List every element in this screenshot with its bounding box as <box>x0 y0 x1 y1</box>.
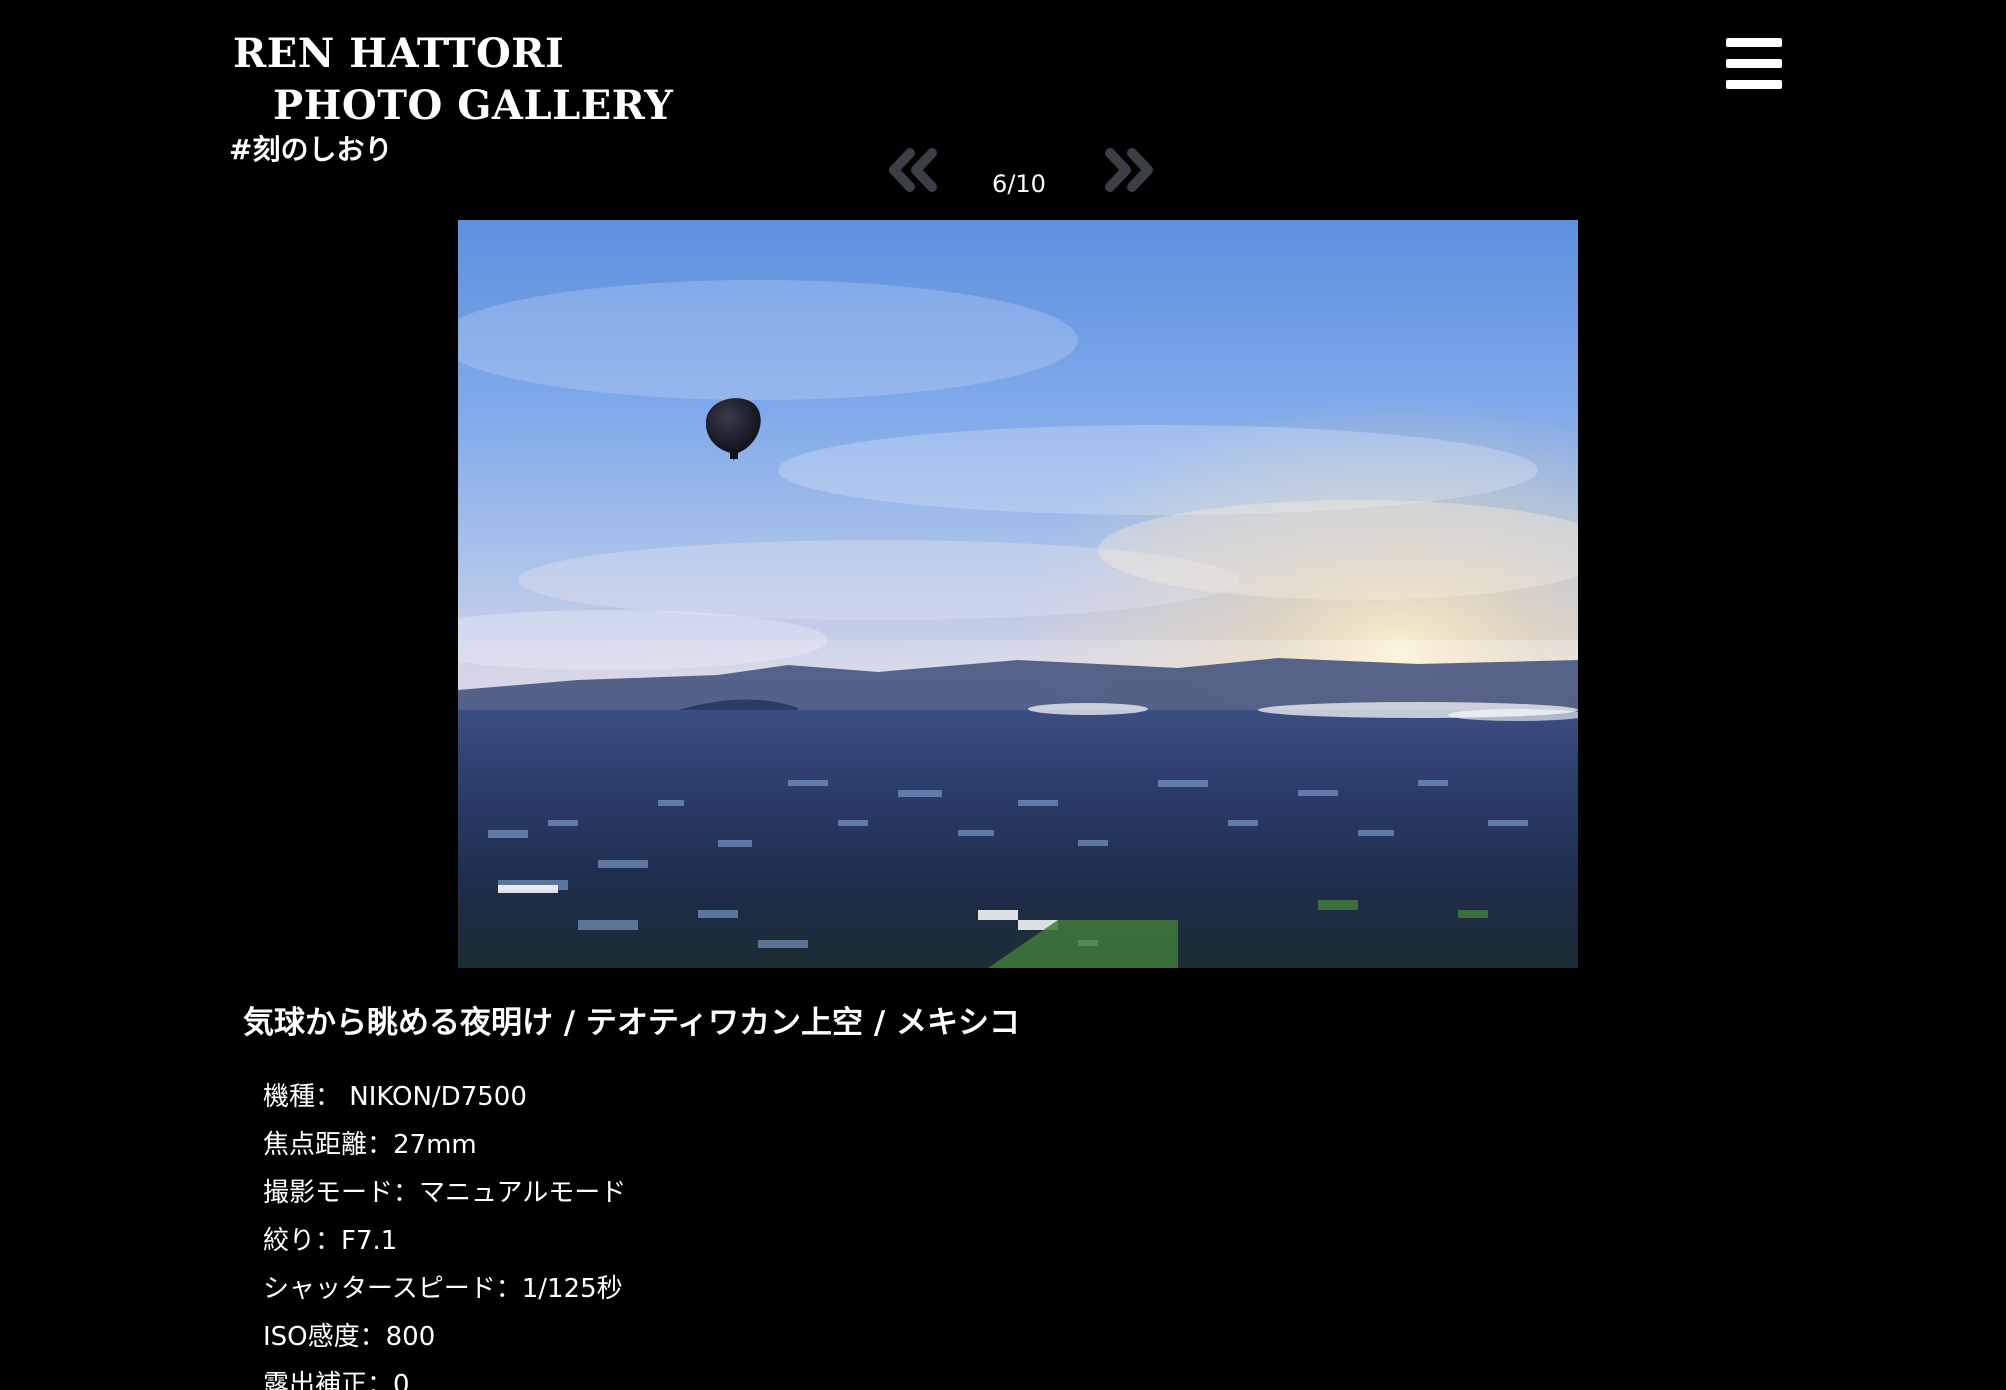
spec-shutter-speed: シャッタースピード：1/125秒 <box>263 1274 623 1304</box>
hamburger-menu-icon[interactable] <box>1726 38 1782 90</box>
gallery-page: REN HATTORI PHOTO GALLERY #刻のしおり 6/10 気球… <box>0 0 2006 1390</box>
page-counter: 6/10 <box>992 170 1046 198</box>
photo-caption: 気球から眺める夜明け / テオティワカン上空 / メキシコ <box>243 1005 1020 1041</box>
menu-bar <box>1726 59 1782 68</box>
spec-iso: ISO感度：800 <box>263 1322 436 1352</box>
gallery-photo <box>458 220 1578 968</box>
spec-shooting-mode: 撮影モード：マニュアルモード <box>263 1178 627 1208</box>
double-chevron-right-icon[interactable] <box>1098 145 1158 195</box>
logo-line-1: REN HATTORI <box>233 30 565 77</box>
spec-exposure-compensation: 露出補正：0 <box>263 1370 410 1390</box>
menu-bar <box>1726 38 1782 47</box>
spec-camera-model: 機種： NIKON/D7500 <box>263 1082 527 1112</box>
logo-line-2: PHOTO GALLERY <box>273 82 674 129</box>
menu-bar <box>1726 80 1782 89</box>
gallery-hashtag: #刻のしおり <box>229 133 393 166</box>
site-logo[interactable]: REN HATTORI PHOTO GALLERY <box>233 28 673 132</box>
photo-specs-list: 機種： NIKON/D7500 焦点距離：27mm 撮影モード：マニュアルモード… <box>263 1073 626 1390</box>
spec-focal-length: 焦点距離：27mm <box>263 1130 477 1160</box>
spec-aperture: 絞り：F7.1 <box>263 1226 398 1256</box>
double-chevron-left-icon[interactable] <box>884 145 944 195</box>
